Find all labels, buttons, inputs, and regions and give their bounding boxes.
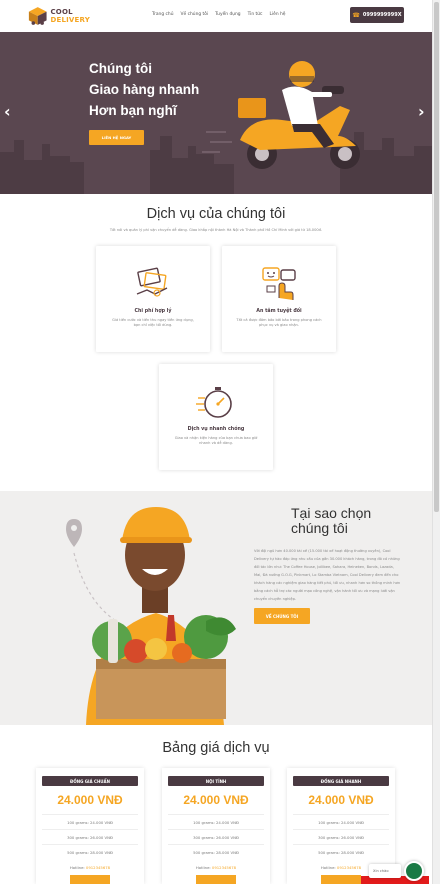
why-us-text: Với đội ngũ hơn 40.000 tài xế (15.000 tà… [254,549,401,601]
carousel-prev-icon[interactable]: ‹ [4,102,11,121]
chat-touch-icon [262,267,296,300]
price-row: 100 grams: 24.000 VNĐ [168,814,264,829]
hotline-label: Hotline: [320,865,336,870]
why-title-line1: Tại sao chọn [291,505,372,521]
hotline-label: Hotline: [195,865,211,870]
why-us-section: Tại sao chọn chúng tôi Với đội ngũ hơn 4… [0,491,432,725]
plan-name: ĐỒNG GIÁ CHUẨN [42,776,138,786]
logo-line2: DELIVERY [50,16,90,24]
about-us-button[interactable]: VỀ CHÚNG TÔI [254,608,310,624]
pricing-card-intra-province: NỘI TỈNH 24.000 VNĐ 100 grams: 24.000 VN… [162,768,270,884]
order-button[interactable] [321,875,361,884]
headset-icon: ☎ [352,11,360,19]
hotline-label: Hotline: [69,865,85,870]
card-title: Dịch vụ nhanh chóng [187,427,245,432]
hotline-number: 0912345678 [336,865,362,870]
nav-item-contact[interactable]: Liên hệ [269,12,285,17]
scrollbar-thumb[interactable] [434,2,439,512]
card-desc: Giao và nhận kiện hàng của bạn chưa bao … [174,436,258,445]
carousel-next-icon[interactable]: › [418,102,425,121]
why-us-title: Tại sao chọn chúng tôi [291,506,371,536]
hotline-number: 0912345678 [211,865,237,870]
box-logo-icon [28,7,47,25]
logo-text: COOL DELIVERY [50,8,90,24]
stopwatch-icon [196,387,232,418]
hero-banner: Chúng tôi Giao hàng nhanh Hơn bạn nghĩ L… [0,32,432,194]
hero-headline: Chúng tôi Giao hàng nhanh Hơn bạn nghĩ [89,58,199,121]
card-desc: Giá tiền cước và tiền thu ngay tiền ứng … [112,318,194,327]
order-button[interactable] [196,875,236,884]
money-handshake-icon [136,267,168,297]
plan-price: 24.000 VNĐ [183,793,249,807]
order-button[interactable] [70,875,110,884]
plan-name: ĐỒNG GIÁ NHANH [293,776,389,786]
hero-line3: Hơn bạn nghĩ [89,103,177,118]
card-desc: Tất cả được đảm bảo bởi bảo trong phong … [236,318,322,327]
contact-now-button[interactable]: LIÊN HỆ NGAY [89,130,144,145]
card-title: An tâm tuyệt đối [256,309,302,314]
hotline-number: 0912345678 [85,865,111,870]
chat-greeting[interactable]: Xin chào [369,864,401,878]
services-subtitle: Tốt nói và quân lý phí vận chuyển dễ dàn… [109,228,323,232]
main-nav: Trang chủ Về chúng tôi Tuyển dụng Tin tứ… [152,12,286,17]
price-row: 300 grams: 26.000 VNĐ [293,829,389,844]
page-scrollbar[interactable] [432,0,440,884]
pricing-title: Bảng giá dịch vụ [162,740,270,756]
nav-item-news[interactable]: Tin tức [248,12,263,17]
scooter-rider-illustration [238,61,360,169]
price-row: 100 grams: 24.000 VNĐ [42,814,138,829]
price-row: 300 grams: 26.000 VNĐ [42,829,138,844]
price-row: 300 grams: 26.000 VNĐ [168,829,264,844]
hotline[interactable]: Hotline: 0912345678 [162,865,270,870]
price-row: 100 grams: 24.000 VNĐ [293,814,389,829]
services-title: Dịch vụ của chúng tôi [146,206,286,222]
service-card-cost[interactable]: Chi phí hợp lý Giá tiền cước và tiền thu… [96,246,210,352]
hero-line1: Chúng tôi [89,61,152,76]
pricing-card-standard: ĐỒNG GIÁ CHUẨN 24.000 VNĐ 100 grams: 24.… [36,768,144,884]
why-title-line2: chúng tôi [291,520,348,536]
logo-line1: COOL [50,8,73,16]
nav-item-about[interactable]: Về chúng tôi [180,12,208,17]
hotline[interactable]: Hotline: 0912345678 [36,865,144,870]
logo[interactable]: COOL DELIVERY [28,3,90,29]
price-row: 500 grams: 28.000 VNĐ [168,844,264,859]
city-skyline-illustration [0,61,432,194]
service-card-safety[interactable]: An tâm tuyệt đối Tất cả được đảm bảo bởi… [222,246,336,352]
plan-name: NỘI TỈNH [168,776,264,786]
site-header: COOL DELIVERY Trang chủ Về chúng tôi Tuy… [0,0,432,32]
price-row: 500 grams: 28.000 VNĐ [42,844,138,859]
phone-button[interactable]: ☎ 0999999999X [350,7,404,23]
plan-price: 24.000 VNĐ [308,793,374,807]
phone-number: 0999999999X [362,12,402,18]
service-card-fast[interactable]: Dịch vụ nhanh chóng Giao và nhận kiện hà… [159,364,273,470]
hero-line2: Giao hàng nhanh [89,82,200,97]
price-row: 500 grams: 28.000 VNĐ [293,844,389,859]
nav-item-home[interactable]: Trang chủ [152,12,173,17]
card-title: Chi phí hợp lý [134,309,172,314]
plan-price: 24.000 VNĐ [57,793,123,807]
chat-icon[interactable] [404,861,424,881]
nav-item-careers[interactable]: Tuyển dụng [215,12,240,17]
